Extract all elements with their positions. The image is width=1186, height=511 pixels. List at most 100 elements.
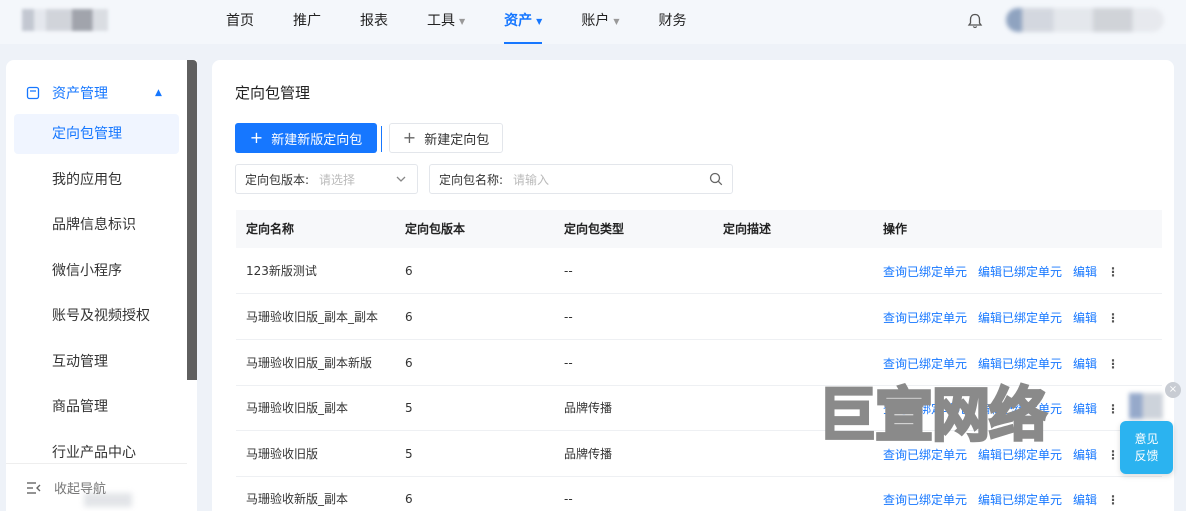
divider [381,126,382,152]
sidebar-item-account-video-auth[interactable]: 账号及视频授权 [14,296,179,336]
column-header: 操作 [883,222,908,236]
query-bound-units-link[interactable]: 查询已绑定单元 [883,309,967,326]
cell-version: 6 [405,264,413,278]
nav-item-finance[interactable]: 财务 [658,0,686,44]
bell-icon[interactable] [965,11,985,31]
more-icon[interactable]: ⋮ [1107,357,1119,371]
cell-version: 6 [405,356,413,370]
sidebar: 资产管理 ▲ 定向包管理 我的应用包 品牌信息标识 微信小程序 账号及视频授权 … [6,60,197,511]
sidebar-item-targeting-packages[interactable]: 定向包管理 [14,114,179,154]
close-icon[interactable]: × [1165,382,1181,398]
query-bound-units-link[interactable]: 查询已绑定单元 [883,491,967,508]
edit-bound-units-link[interactable]: 编辑已绑定单元 [978,309,1062,326]
cell-type: -- [564,492,573,506]
name-search-placeholder: 请输入 [513,172,550,187]
name-search-input[interactable]: 定向包名称: 请输入 [429,164,733,194]
edit-bound-units-link[interactable]: 编辑已绑定单元 [978,400,1062,417]
sidebar-group-label: 资产管理 [52,86,108,102]
nav-label: 工具 [427,13,455,29]
cell-name: 马珊验收旧版_副本新版 [246,356,373,370]
edit-link[interactable]: 编辑 [1073,446,1097,463]
edit-link[interactable]: 编辑 [1073,263,1097,280]
caret-down-icon: ▼ [459,17,466,26]
edit-link[interactable]: 编辑 [1073,355,1097,372]
button-label: 新建新版定向包 [271,132,363,148]
new-version-package-button[interactable]: + 新建新版定向包 [235,123,377,153]
table-row: 123新版测试 6 -- 查询已绑定单元 编辑已绑定单元 编辑 ⋮ [236,249,1162,294]
name-search-label: 定向包名称: [439,172,504,187]
nav-item-tools[interactable]: 工具 ▼ [427,0,465,44]
query-bound-units-link[interactable]: 查询已绑定单元 [883,263,967,280]
cell-type: -- [564,264,573,278]
collapse-icon [27,481,41,494]
cell-type: -- [564,310,573,324]
row-actions: 查询已绑定单元 编辑已绑定单元 编辑 ⋮ [883,249,1119,294]
row-actions: 查询已绑定单元 编辑已绑定单元 编辑 ⋮ [883,432,1119,477]
sidebar-item-interaction[interactable]: 互动管理 [14,342,179,382]
query-bound-units-link[interactable]: 查询已绑定单元 [883,446,967,463]
search-icon[interactable] [709,172,723,186]
version-select-placeholder: 请选择 [319,172,356,187]
table-row: 马珊验收旧版_副本新版 6 -- 查询已绑定单元 编辑已绑定单元 编辑 ⋮ [236,341,1162,386]
column-header: 定向包类型 [564,222,625,236]
nav-item-reports[interactable]: 报表 [360,0,388,44]
edit-bound-units-link[interactable]: 编辑已绑定单元 [978,355,1062,372]
top-nav: 首页 推广 报表 工具 ▼ 资产 ▼ 账户 ▼ 财务 [226,0,725,44]
feedback-button[interactable]: 意见 反馈 [1120,421,1173,474]
logo[interactable] [22,9,108,31]
sidebar-item-label: 微信小程序 [52,263,122,279]
nav-item-promotion[interactable]: 推广 [293,0,321,44]
more-icon[interactable]: ⋮ [1107,311,1119,325]
table-row: 马珊验收旧版 5 品牌传播 查询已绑定单元 编辑已绑定单元 编辑 ⋮ [236,432,1162,477]
query-bound-units-link[interactable]: 查询已绑定单元 [883,400,967,417]
sidebar-item-label: 互动管理 [52,354,108,370]
more-icon[interactable]: ⋮ [1107,448,1119,462]
sidebar-item-products[interactable]: 商品管理 [14,387,179,427]
caret-up-icon: ▲ [155,88,162,98]
edit-link[interactable]: 编辑 [1073,400,1097,417]
nav-label: 报表 [360,13,388,29]
nav-label: 首页 [226,13,254,29]
edit-bound-units-link[interactable]: 编辑已绑定单元 [978,263,1062,280]
version-select-label: 定向包版本: [245,172,310,187]
more-icon[interactable]: ⋮ [1107,493,1119,507]
folder-icon [26,86,40,100]
query-bound-units-link[interactable]: 查询已绑定单元 [883,355,967,372]
sidebar-item-label: 我的应用包 [52,172,122,188]
cell-name: 马珊验收旧版 [246,447,319,461]
sidebar-item-label: 定向包管理 [52,126,122,142]
nav-label: 资产 [504,13,533,29]
sidebar-item-mini-program[interactable]: 微信小程序 [14,251,179,291]
column-header: 定向描述 [723,222,772,236]
nav-item-home[interactable]: 首页 [226,0,254,44]
sidebar-item-brand-identity[interactable]: 品牌信息标识 [14,205,179,245]
edit-link[interactable]: 编辑 [1073,309,1097,326]
cell-version: 5 [405,447,413,461]
sidebar-item-label: 商品管理 [52,399,108,415]
chevron-down-icon [396,176,406,182]
user-avatar[interactable] [1006,8,1164,32]
version-select[interactable]: 定向包版本: 请选择 [235,164,418,194]
collapse-nav-button[interactable]: 收起导航 [6,463,187,511]
sidebar-scrollbar[interactable] [187,60,197,380]
edit-link[interactable]: 编辑 [1073,491,1097,508]
caret-down-icon: ▼ [613,17,620,26]
table-row: 马珊验收新版_副本 6 -- 查询已绑定单元 编辑已绑定单元 编辑 ⋮ [236,477,1162,511]
row-actions: 查询已绑定单元 编辑已绑定单元 编辑 ⋮ [883,477,1119,511]
new-package-button[interactable]: + 新建定向包 [389,123,503,153]
sidebar-group-assets[interactable]: 资产管理 ▲ [6,78,187,108]
edit-bound-units-link[interactable]: 编辑已绑定单元 [978,491,1062,508]
sidebar-item-app-packages[interactable]: 我的应用包 [14,160,179,200]
cell-version: 5 [405,401,413,415]
page-title: 定向包管理 [235,84,311,102]
edit-bound-units-link[interactable]: 编辑已绑定单元 [978,446,1062,463]
cell-version: 6 [405,492,413,506]
more-icon[interactable]: ⋮ [1107,402,1119,416]
nav-item-assets[interactable]: 资产 ▼ [504,0,543,44]
more-icon[interactable]: ⋮ [1107,265,1119,279]
nav-item-account[interactable]: 账户 ▼ [581,0,619,44]
nav-label: 财务 [658,13,687,29]
collapse-label: 收起导航 [54,482,107,497]
assistant-avatar[interactable] [1129,393,1163,419]
cell-name: 马珊验收旧版_副本_副本 [246,310,379,324]
